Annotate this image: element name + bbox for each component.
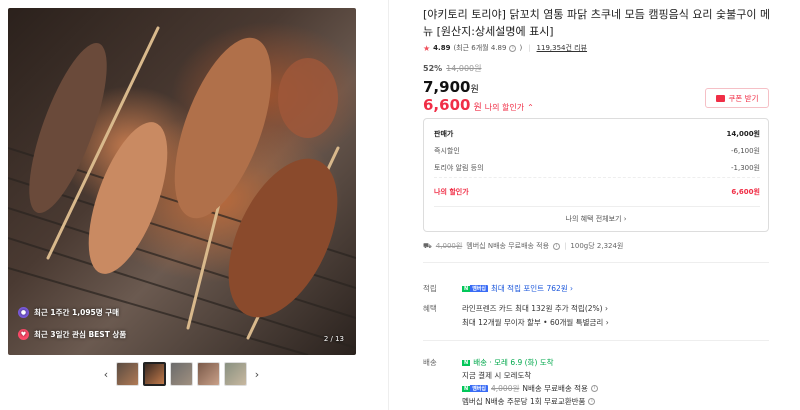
image-counter: 2 / 13	[323, 335, 344, 343]
info-icon[interactable]: i	[588, 398, 596, 405]
my-discount-price[interactable]: 6,600 원 나의 할인가 ⌃	[423, 96, 534, 114]
star-icon: ★	[423, 43, 431, 53]
npay-delivery-icon: N	[462, 359, 471, 366]
column-divider	[388, 0, 389, 410]
coupon-button[interactable]: 쿠폰 받기	[705, 88, 769, 108]
price-row-instant-discount: 즉시할인 -6,100원	[434, 147, 760, 155]
benefit-label: 혜택	[423, 304, 437, 313]
price-row-alert-discount: 토리야 알림 등의 -1,300원	[434, 164, 760, 172]
card-benefit-link[interactable]: 라인프렌즈 카드 최대 132원 추가 적립(2%) ›	[462, 303, 608, 314]
prev-arrow-icon[interactable]: ‹	[100, 368, 112, 381]
product-title: [야키토리 토리야] 닭꼬치 염통 파닭 츠쿠네 모듬 캠핑음식 요리 숯불구이…	[423, 8, 771, 38]
thumbnail[interactable]	[116, 362, 139, 386]
npay-membership-icon: N 멤버십	[462, 285, 488, 292]
best-product-badge: ♥ 최근 3일간 관심 BEST 상품	[18, 329, 126, 340]
original-price: 14,000원	[446, 64, 482, 73]
rating-row: ★ 4.89 (최근 6개월 4.89 i) | 119,354건 리뷰	[423, 43, 588, 53]
rating-note: (최근 6개월 4.89	[453, 44, 507, 52]
delivery-date: N 배송 · 모레 6.9 (화) 도착	[462, 358, 554, 367]
price-row-my-price: 나의 할인가 6,600원	[434, 188, 760, 196]
rating-score: 4.89	[433, 44, 451, 52]
thumbnail[interactable]	[224, 362, 247, 386]
points-row[interactable]: N 멤버십 최대 적립 포인트 762원 ›	[462, 283, 573, 294]
free-shipping-row: N 멤버십 4,000원 N배송 무료배송 적용 i	[462, 383, 598, 394]
discount-percent: 52%	[423, 64, 443, 73]
free-return-row: 멤버십 N배송 주문당 1회 무료교환반품 i	[462, 396, 596, 407]
info-icon[interactable]: i	[590, 385, 598, 392]
info-icon[interactable]: i	[553, 242, 561, 250]
thumbnail[interactable]	[170, 362, 193, 386]
npay-membership-icon: N 멤버십	[462, 385, 488, 392]
chevron-up-icon: ⌃	[527, 103, 534, 112]
person-icon: ●	[18, 307, 29, 318]
price-row-list: 판매가 14,000원	[434, 130, 760, 138]
delivery-note: 지금 결제 시 모레도착	[462, 371, 532, 380]
section-divider	[423, 340, 769, 341]
product-main-image[interactable]: ● 최근 1주간 1,095명 구매 ♥ 최근 3일간 관심 BEST 상품 2…	[8, 8, 356, 355]
view-all-benefits-link[interactable]: 나의 혜택 전체보기 ›	[424, 214, 768, 224]
thumbnail-selected[interactable]	[143, 362, 166, 386]
points-label: 적립	[423, 284, 437, 293]
shipping-summary: ⛟ 4,000원 멤버십 N배송 무료배송 적용 i | 100g당 2,324…	[423, 241, 624, 251]
installment-benefit-link[interactable]: 최대 12개월 무이자 할부 • 60개월 특별금리 ›	[462, 317, 609, 328]
info-icon[interactable]: i	[509, 44, 517, 52]
thumbnail[interactable]	[197, 362, 220, 386]
discount-row: 52% 14,000원	[423, 63, 482, 74]
purchase-count-badge: ● 최근 1주간 1,095명 구매	[18, 307, 119, 318]
price-breakdown-box: 판매가 14,000원 즉시할인 -6,100원 토리야 알림 등의 -1,30…	[423, 118, 769, 232]
next-arrow-icon[interactable]: ›	[251, 368, 263, 381]
heart-icon: ♥	[18, 329, 29, 340]
grill-skewers-illustration	[8, 26, 356, 355]
sale-price: 7,900원	[423, 78, 479, 96]
section-divider	[423, 262, 769, 263]
thumbnail-strip: ‹ ›	[100, 362, 263, 386]
review-count-link[interactable]: 119,354건 리뷰	[537, 43, 588, 53]
coupon-icon	[715, 94, 725, 102]
truck-icon: ⛟	[423, 241, 432, 250]
delivery-label: 배송	[423, 358, 437, 367]
